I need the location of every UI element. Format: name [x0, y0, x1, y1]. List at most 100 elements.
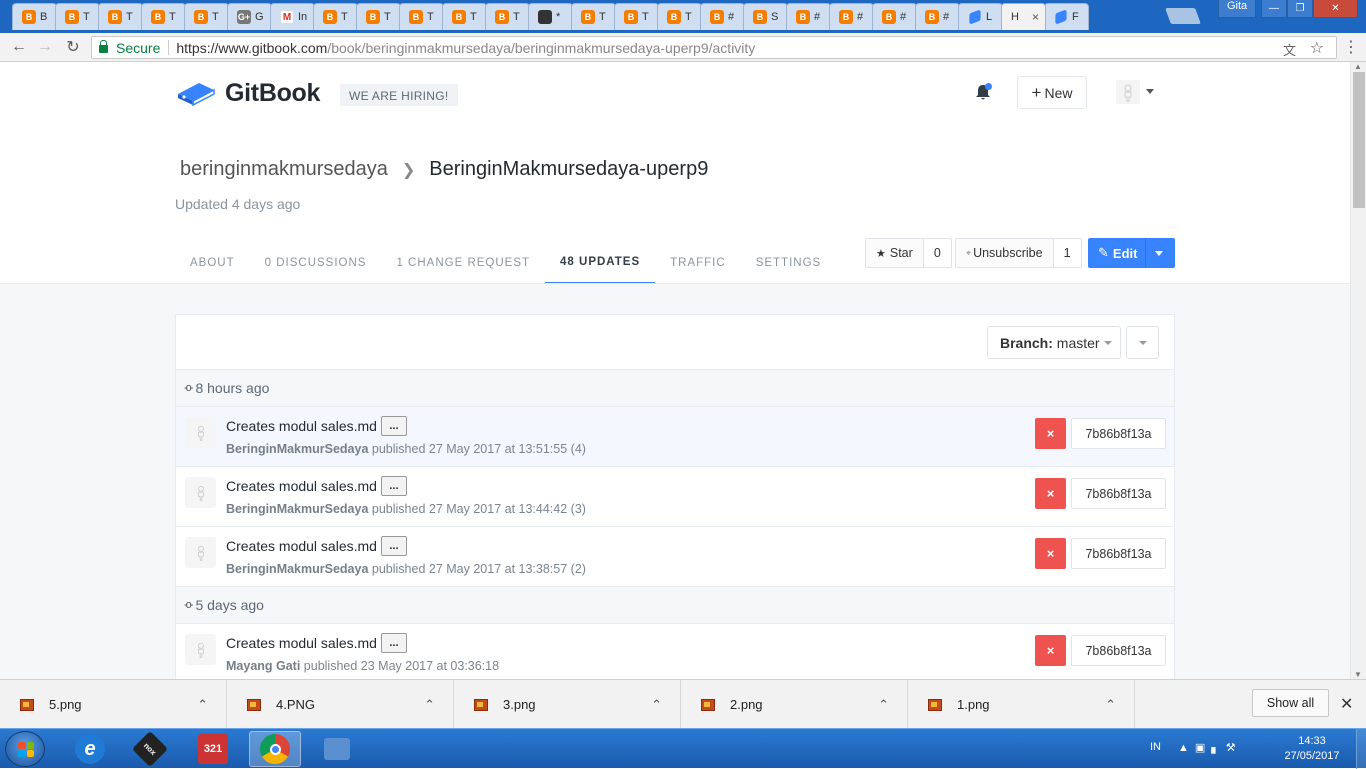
- author-avatar[interactable]: [185, 537, 216, 568]
- commit-sha-button[interactable]: 7b86b8f13a: [1071, 478, 1166, 509]
- browser-tab[interactable]: BT: [55, 3, 100, 30]
- edit-main[interactable]: ✎ Edit: [1088, 238, 1146, 268]
- browser-tab[interactable]: B #: [829, 3, 874, 30]
- scroll-down-icon[interactable]: ▼: [1354, 670, 1362, 679]
- chrome-menu-icon[interactable]: ⋮: [1340, 37, 1362, 57]
- commit-author[interactable]: Mayang Gati: [226, 659, 300, 673]
- chevron-up-icon[interactable]: ⌃: [197, 697, 208, 713]
- expand-message-button[interactable]: ...: [380, 633, 407, 653]
- close-window-icon[interactable]: ✕: [1313, 0, 1358, 18]
- download-item[interactable]: 2.png ⌃: [681, 680, 908, 729]
- book-title[interactable]: BeringinMakmursedaya-uperp9: [429, 158, 708, 181]
- browser-tab[interactable]: *: [528, 3, 573, 30]
- download-item[interactable]: 5.png ⌃: [0, 680, 227, 729]
- browser-tab[interactable]: BT: [399, 3, 444, 30]
- author-avatar[interactable]: [185, 417, 216, 448]
- expand-message-button[interactable]: ...: [380, 536, 407, 556]
- browser-tab[interactable]: F: [1044, 3, 1089, 30]
- system-clock[interactable]: 14:33 27/05/2017: [1282, 734, 1342, 764]
- browser-tab[interactable]: BT: [98, 3, 143, 30]
- commit-sha-button[interactable]: 7b86b8f13a: [1071, 635, 1166, 666]
- browser-tab[interactable]: B #: [872, 3, 917, 30]
- browser-tab[interactable]: BT: [614, 3, 659, 30]
- chrome-taskbar-button[interactable]: [249, 731, 301, 767]
- control-panel-taskbar-button[interactable]: [311, 731, 363, 767]
- revert-button[interactable]: ×: [1035, 635, 1066, 666]
- tab-traffic[interactable]: TRAFFIC: [655, 242, 741, 284]
- download-item[interactable]: 3.png ⌃: [454, 680, 681, 729]
- commit-author[interactable]: BeringinMakmurSedaya: [226, 562, 368, 576]
- download-item[interactable]: 1.png ⌃: [908, 680, 1135, 729]
- edit-button[interactable]: ✎ Edit: [1088, 238, 1175, 268]
- browser-tab[interactable]: BT: [442, 3, 487, 30]
- author-avatar[interactable]: [185, 634, 216, 665]
- browser-tab[interactable]: BT: [356, 3, 401, 30]
- browser-tab[interactable]: M In: [270, 3, 315, 30]
- user-avatar[interactable]: [1116, 80, 1140, 104]
- breadcrumb-owner[interactable]: beringinmakmursedaya: [180, 158, 388, 181]
- commit-sha-button[interactable]: 7b86b8f13a: [1071, 538, 1166, 569]
- tab-48-updates[interactable]: 48 UPDATES: [545, 242, 656, 284]
- expand-message-button[interactable]: ...: [380, 416, 407, 436]
- browser-tab[interactable]: B #: [700, 3, 745, 30]
- chevron-up-icon[interactable]: ⌃: [651, 697, 662, 713]
- unsubscribe-button[interactable]: ⌖ Unsubscribe: [956, 239, 1054, 267]
- tray-icons[interactable]: ▲▣▖⚒: [1178, 741, 1242, 754]
- edit-dropdown-icon[interactable]: [1155, 250, 1163, 256]
- revert-button[interactable]: ×: [1035, 538, 1066, 569]
- chevron-up-icon[interactable]: ⌃: [424, 697, 435, 713]
- tab-settings[interactable]: SETTINGS: [741, 242, 837, 284]
- browser-tab[interactable]: B #: [786, 3, 831, 30]
- revert-button[interactable]: ×: [1035, 478, 1066, 509]
- browser-tab[interactable]: BB: [12, 3, 57, 30]
- commit-author[interactable]: BeringinMakmurSedaya: [226, 442, 368, 456]
- browser-tab[interactable]: BT: [313, 3, 358, 30]
- language-indicator[interactable]: IN: [1150, 741, 1161, 753]
- page-scrollbar[interactable]: ▲ ▼: [1350, 62, 1366, 679]
- maximize-icon[interactable]: ❐: [1287, 0, 1313, 18]
- tab-about[interactable]: ABOUT: [175, 242, 250, 284]
- forward-icon[interactable]: →: [34, 37, 56, 57]
- back-icon[interactable]: ←: [8, 37, 30, 57]
- translate-icon[interactable]: 文: [1283, 40, 1296, 59]
- start-button[interactable]: [5, 731, 45, 767]
- hiring-badge[interactable]: WE ARE HIRING!: [340, 84, 458, 106]
- browser-tab[interactable]: BT: [485, 3, 530, 30]
- expand-message-button[interactable]: ...: [380, 476, 407, 496]
- media-player-taskbar-button[interactable]: 321: [187, 731, 239, 767]
- window-user-badge[interactable]: Gita: [1218, 0, 1257, 18]
- bookmark-star-icon[interactable]: ☆: [1310, 38, 1324, 58]
- nox-taskbar-button[interactable]: nox: [124, 730, 176, 768]
- new-tab-button[interactable]: [1165, 8, 1201, 24]
- minimize-icon[interactable]: —: [1261, 0, 1287, 18]
- new-button[interactable]: + New: [1017, 76, 1087, 109]
- browser-tab[interactable]: BT: [571, 3, 616, 30]
- browser-tab[interactable]: G+ G: [227, 3, 272, 30]
- show-desktop-button[interactable]: [1356, 729, 1366, 769]
- gitbook-logo[interactable]: GitBook: [175, 76, 320, 110]
- star-button[interactable]: ★ Star: [866, 239, 924, 267]
- scroll-thumb[interactable]: [1353, 72, 1365, 208]
- chevron-up-icon[interactable]: ⌃: [878, 697, 889, 713]
- tab-0-discussions[interactable]: 0 DISCUSSIONS: [250, 242, 382, 284]
- chevron-down-icon[interactable]: [1146, 89, 1154, 94]
- browser-tab[interactable]: L: [958, 3, 1003, 30]
- chevron-up-icon[interactable]: ⌃: [1105, 697, 1116, 713]
- browser-tab[interactable]: H ×: [1001, 3, 1046, 30]
- close-icon[interactable]: ✕: [1340, 694, 1353, 714]
- close-tab-icon[interactable]: ×: [1032, 10, 1039, 24]
- revert-button[interactable]: ×: [1035, 418, 1066, 449]
- author-avatar[interactable]: [185, 477, 216, 508]
- internet-explorer-taskbar-button[interactable]: e: [64, 731, 116, 767]
- browser-tab[interactable]: BS: [743, 3, 788, 30]
- branch-options-button[interactable]: [1126, 326, 1159, 359]
- browser-tab[interactable]: BT: [657, 3, 702, 30]
- commit-author[interactable]: BeringinMakmurSedaya: [226, 502, 368, 516]
- scroll-up-icon[interactable]: ▲: [1354, 62, 1362, 71]
- branch-select[interactable]: Branch: master: [987, 326, 1121, 359]
- commit-sha-button[interactable]: 7b86b8f13a: [1071, 418, 1166, 449]
- show-all-button[interactable]: Show all: [1252, 689, 1329, 717]
- download-item[interactable]: 4.PNG ⌃: [227, 680, 454, 729]
- address-bar[interactable]: Secure https://www.gitbook.com /book/ber…: [91, 36, 1337, 59]
- tab-1-change-request[interactable]: 1 CHANGE REQUEST: [381, 242, 545, 284]
